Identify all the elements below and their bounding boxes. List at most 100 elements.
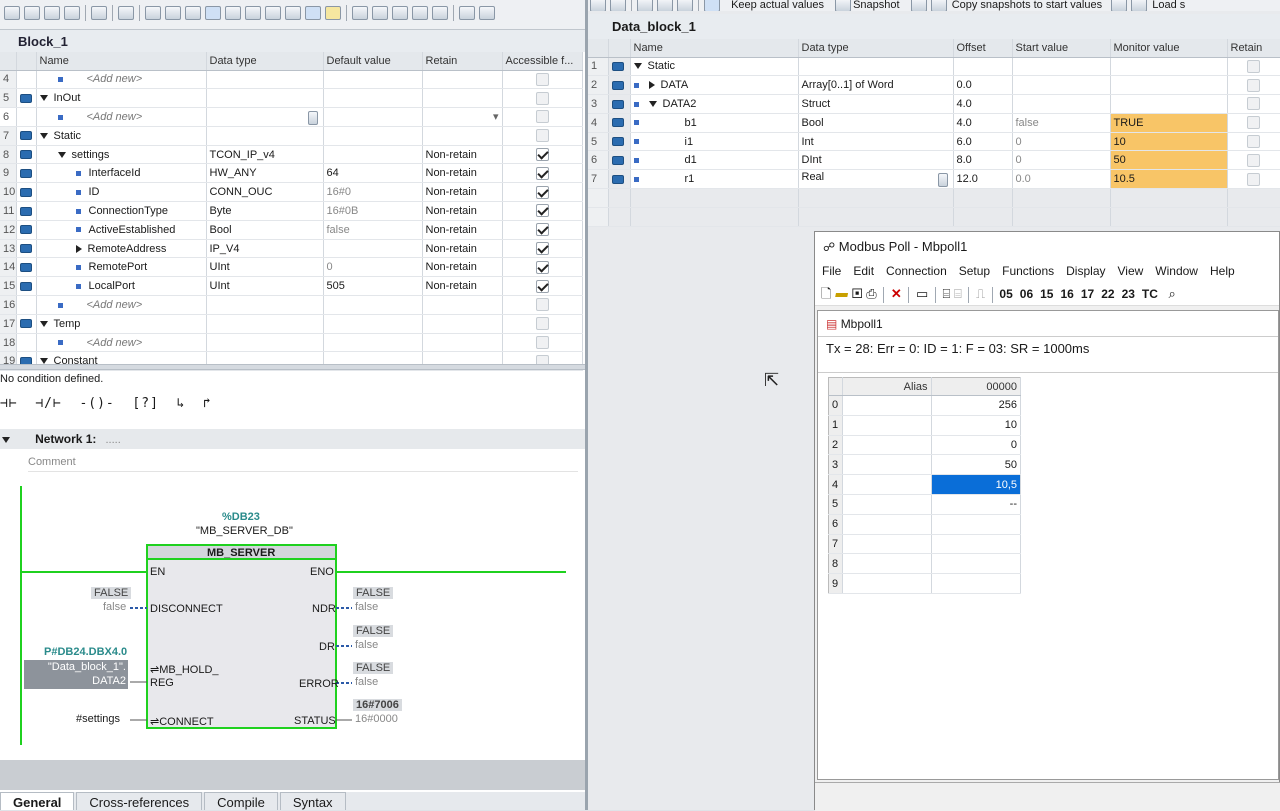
expand-icon[interactable] — [39, 132, 48, 139]
register-row[interactable]: 5 -- — [828, 494, 1022, 515]
retain-checkbox[interactable] — [1247, 78, 1260, 92]
start-cell[interactable]: false — [1012, 113, 1111, 133]
disconnect-actual[interactable]: false — [103, 601, 126, 613]
toolbar-icon[interactable] — [118, 6, 134, 20]
branch-open-icon[interactable]: ↳ — [177, 396, 186, 411]
datatype-cell[interactable] — [206, 107, 324, 127]
datatype-cell[interactable]: CONN_OUC — [206, 182, 324, 203]
accessible-checkbox[interactable] — [535, 223, 549, 237]
datatype-cell[interactable]: HW_ANY — [206, 163, 324, 184]
retain-cell[interactable]: Non-retain — [422, 201, 503, 221]
expand-icon[interactable] — [57, 151, 66, 158]
interface-row[interactable]: 11 ConnectionType Byte 16#0B Non-retain — [0, 201, 583, 221]
connect-operand[interactable]: #settings — [76, 713, 120, 725]
db-row[interactable]: 6 d1 DInt 8.0 0 50 — [588, 150, 1280, 171]
network-title[interactable]: ..... — [105, 434, 120, 446]
datatype-cell[interactable] — [206, 333, 324, 353]
datatype-cell[interactable] — [206, 295, 324, 315]
default-cell[interactable]: false — [323, 220, 423, 240]
interface-row[interactable]: 9 InterfaceId HW_ANY 64 Non-retain — [0, 163, 583, 184]
alias-header[interactable]: Alias — [842, 377, 932, 396]
start-cell[interactable] — [1012, 57, 1111, 77]
register-row[interactable]: 3 50 — [828, 454, 1022, 476]
datatype-cell[interactable]: Real — [798, 169, 954, 190]
interface-row[interactable]: 17 Temp — [0, 314, 583, 334]
retain-checkbox[interactable] — [1247, 59, 1260, 73]
toolbar-icon[interactable] — [704, 0, 720, 11]
keep-actual-values[interactable]: Keep actual values — [731, 0, 824, 11]
hold-operand[interactable]: "Data_block_1". DATA2 — [24, 660, 128, 689]
accessible-checkbox[interactable] — [535, 185, 549, 199]
value-cell[interactable]: 50 — [931, 454, 1022, 476]
name-cell[interactable]: RemoteAddress — [36, 239, 207, 259]
retain-cell[interactable] — [422, 126, 503, 146]
accessible-checkbox[interactable] — [535, 317, 549, 331]
col-datatype[interactable]: Data type — [798, 39, 954, 58]
name-cell[interactable]: DATA2 — [630, 94, 799, 114]
start-cell[interactable] — [1012, 94, 1111, 114]
db-row[interactable]: 4 b1 Bool 4.0 false TRUE — [588, 113, 1280, 133]
accessible-checkbox[interactable] — [535, 110, 549, 124]
toolbar-icon[interactable] — [479, 6, 495, 20]
toolbar-icon[interactable] — [64, 6, 80, 20]
datatype-cell[interactable]: Bool — [206, 220, 324, 240]
menu-help[interactable]: Help — [1210, 264, 1235, 278]
name-cell[interactable]: d1 — [630, 150, 799, 171]
default-cell[interactable] — [323, 126, 423, 146]
toolbar-icon[interactable] — [372, 6, 388, 20]
expand-icon[interactable] — [39, 95, 48, 102]
datatype-cell[interactable]: DInt — [798, 150, 954, 171]
toolbar-icon[interactable] — [657, 0, 673, 11]
toolbar-icon[interactable] — [352, 6, 368, 20]
fcode-button[interactable]: 17 — [1081, 287, 1094, 301]
toolbar-icon[interactable] — [44, 6, 60, 20]
datatype-cell[interactable]: UInt — [206, 257, 324, 278]
interface-row[interactable]: 4 <Add new> — [0, 70, 583, 90]
toolbar-icon[interactable] — [637, 0, 653, 11]
alias-cell[interactable] — [842, 415, 932, 436]
expand-icon[interactable] — [633, 63, 642, 70]
expand-icon[interactable] — [648, 101, 657, 108]
default-cell[interactable] — [323, 107, 423, 127]
accessible-checkbox[interactable] — [535, 72, 549, 86]
default-cell[interactable] — [323, 70, 423, 90]
interface-row[interactable]: 7 Static — [0, 126, 583, 146]
col-offset[interactable]: Offset — [953, 39, 1013, 58]
datatype-cell[interactable]: TCON_IP_v4 — [206, 145, 324, 165]
retain-cell[interactable]: Non-retain — [422, 145, 503, 165]
copy-snapshots-button[interactable]: Copy snapshots to start values — [952, 0, 1102, 11]
retain-cell[interactable]: ▾ — [422, 107, 503, 127]
delete-icon[interactable]: ✕ — [891, 286, 902, 301]
start-cell[interactable]: 0.0 — [1012, 169, 1111, 190]
print-icon[interactable]: ⎙ — [866, 286, 876, 301]
network-header[interactable]: Network 1: ..... — [0, 429, 585, 449]
toolbar-icon[interactable] — [930, 0, 947, 11]
start-cell[interactable]: 0 — [1012, 150, 1111, 171]
default-cell[interactable]: 505 — [323, 276, 423, 297]
interface-row[interactable]: 16 <Add new> — [0, 295, 583, 315]
accessible-checkbox[interactable] — [535, 336, 549, 350]
value-cell[interactable] — [931, 573, 1022, 594]
register-row[interactable]: 8 — [828, 553, 1022, 575]
accessible-checkbox[interactable] — [535, 260, 549, 274]
datatype-cell[interactable] — [206, 70, 324, 90]
datatype-cell[interactable]: Struct — [798, 94, 954, 114]
default-cell[interactable] — [323, 333, 423, 353]
retain-cell[interactable]: Non-retain — [422, 239, 503, 259]
snapshot-icon[interactable] — [835, 0, 852, 11]
value-cell[interactable] — [931, 514, 1022, 535]
dropdown-icon[interactable]: ▾ — [493, 110, 499, 123]
default-cell[interactable]: 64 — [323, 163, 423, 184]
db-row[interactable]: 3 DATA2 Struct 4.0 — [588, 94, 1280, 114]
menu-connection[interactable]: Connection — [886, 264, 947, 278]
db-row[interactable]: 5 i1 Int 6.0 0 10 — [588, 132, 1280, 152]
col-retain[interactable]: Retain — [1227, 39, 1280, 58]
retain-checkbox[interactable] — [1247, 97, 1260, 111]
name-cell[interactable]: LocalPort — [36, 276, 207, 297]
zoom-icon[interactable]: ⌕ — [1169, 286, 1176, 301]
menu-view[interactable]: View — [1118, 264, 1144, 278]
toolbar-icon[interactable] — [145, 6, 161, 20]
register-row[interactable]: 1 10 — [828, 415, 1022, 436]
box-icon[interactable]: [?] — [132, 396, 158, 411]
register-row[interactable]: 0 256 — [828, 395, 1022, 416]
